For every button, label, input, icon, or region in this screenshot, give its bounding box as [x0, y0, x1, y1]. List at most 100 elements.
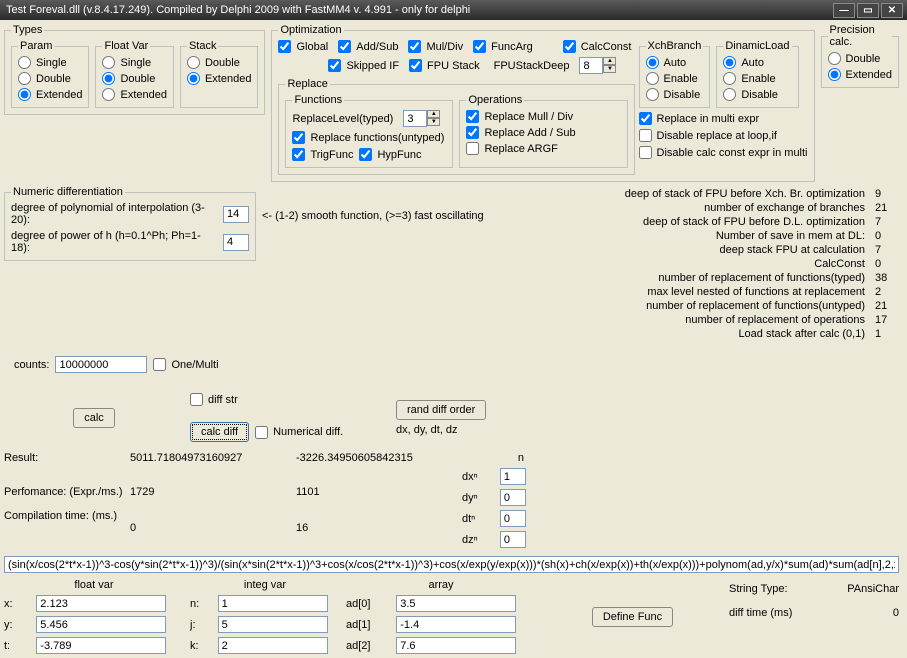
opt-fpustack[interactable]: FPU Stack: [409, 59, 480, 72]
counts-label: counts:: [14, 359, 49, 371]
opt-funcarg[interactable]: FuncArg: [473, 40, 533, 53]
comp-2: 16: [296, 522, 456, 534]
up-arrow-icon[interactable]: ▲: [427, 110, 440, 118]
discalc-check[interactable]: Disable calc const expr in multi: [639, 146, 808, 159]
y-input[interactable]: [36, 616, 166, 633]
dtn-input[interactable]: [500, 510, 526, 527]
repfn-check[interactable]: Replace functions(untyped): [292, 131, 446, 144]
down-arrow-icon[interactable]: ▼: [427, 118, 440, 126]
counts-input[interactable]: [55, 356, 147, 373]
strtype-label: String Type:: [729, 583, 788, 595]
opt-muldiv[interactable]: Mul/Div: [408, 40, 463, 53]
optimization-group: Optimization Global Add/Sub Mul/Div Func…: [271, 24, 814, 182]
perf-1: 1729: [130, 486, 290, 498]
hyp-check[interactable]: HypFunc: [359, 148, 421, 161]
dyn-input[interactable]: [500, 489, 526, 506]
calc-button[interactable]: calc: [73, 408, 115, 428]
stack-extended[interactable]: Extended: [187, 72, 251, 85]
xch-legend: XchBranch: [646, 40, 704, 52]
diffstr-check[interactable]: diff str: [190, 393, 390, 406]
floatvar-group: Float Var Single Double Extended: [95, 40, 173, 108]
stat-value: 21: [875, 300, 899, 312]
param-extended[interactable]: Extended: [18, 88, 82, 101]
define-func-button[interactable]: Define Func: [592, 607, 673, 627]
param-group: Param Single Double Extended: [11, 40, 89, 108]
din-disable[interactable]: Disable: [723, 88, 791, 101]
dx-label: dx, dy, dt, dz: [396, 424, 536, 436]
up-arrow-icon[interactable]: ▲: [603, 57, 616, 65]
disloop-check[interactable]: Disable replace at loop,if: [639, 129, 808, 142]
j-input[interactable]: [218, 616, 328, 633]
multi-check[interactable]: Replace in multi expr: [639, 112, 808, 125]
stat-label: CalcConst: [814, 258, 865, 270]
ad2-input[interactable]: [396, 637, 516, 654]
ad1-input[interactable]: [396, 616, 516, 633]
comp-1: 0: [130, 522, 290, 534]
param-single[interactable]: Single: [18, 56, 82, 69]
stack-double[interactable]: Double: [187, 56, 251, 69]
calcdiff-button[interactable]: calc diff: [190, 422, 249, 442]
types-legend: Types: [11, 24, 44, 36]
ad0-input[interactable]: [396, 595, 516, 612]
degpoly-input[interactable]: [223, 206, 249, 223]
down-arrow-icon[interactable]: ▼: [603, 65, 616, 73]
expression-input[interactable]: [4, 556, 899, 573]
degpower-input[interactable]: [223, 234, 249, 251]
stat-label: deep stack FPU at calculation: [719, 244, 865, 256]
ad2-label: ad[2]: [346, 640, 390, 652]
stat-value: 0: [875, 258, 899, 270]
rep-argf[interactable]: Replace ARGF: [466, 142, 620, 155]
stat-value: 9: [875, 188, 899, 200]
replace-level-spin[interactable]: ▲▼: [403, 110, 440, 127]
stat-value: 0: [875, 230, 899, 242]
stat-value: 38: [875, 272, 899, 284]
fpudeep-label: FPUStackDeep: [494, 60, 570, 72]
fpudeep-spin[interactable]: ▲▼: [579, 57, 616, 74]
xch-auto[interactable]: Auto: [646, 56, 704, 69]
dzn-label: dzⁿ: [462, 534, 494, 546]
xch-disable[interactable]: Disable: [646, 88, 704, 101]
x-input[interactable]: [36, 595, 166, 612]
stat-label: number of replacement of functions(typed…: [658, 272, 865, 284]
minimize-button[interactable]: —: [833, 3, 855, 18]
fpudeep-input[interactable]: [579, 57, 603, 74]
rep-mul[interactable]: Replace Mull / Div: [466, 110, 620, 123]
stack-legend: Stack: [187, 40, 219, 52]
fv-extended[interactable]: Extended: [102, 88, 166, 101]
rep-add[interactable]: Replace Add / Sub: [466, 126, 620, 139]
opt-addsub[interactable]: Add/Sub: [338, 40, 398, 53]
strtype-value: PAnsiChar: [847, 583, 899, 595]
din-legend: DinamicLoad: [723, 40, 791, 52]
stat-label: Load stack after calc (0,1): [738, 328, 865, 340]
xch-enable[interactable]: Enable: [646, 72, 704, 85]
dtn-label: dtⁿ: [462, 513, 494, 525]
dxn-input[interactable]: [500, 468, 526, 485]
opt-global[interactable]: Global: [278, 40, 328, 53]
trig-check[interactable]: TrigFunc: [292, 148, 353, 161]
prec-double[interactable]: Double: [828, 52, 892, 65]
prec-extended[interactable]: Extended: [828, 68, 892, 81]
opt-calcconst[interactable]: CalcConst: [563, 40, 632, 53]
replace-level-input[interactable]: [403, 110, 427, 127]
randdiff-button[interactable]: rand diff order: [396, 400, 486, 420]
t-input[interactable]: [36, 637, 166, 654]
opt-skipped[interactable]: Skipped IF: [328, 59, 399, 72]
stat-value: 7: [875, 216, 899, 228]
onemulti-check[interactable]: One/Multi: [153, 358, 218, 371]
k-input[interactable]: [218, 637, 328, 654]
param-double[interactable]: Double: [18, 72, 82, 85]
stat-label: number of replacement of functions(untyp…: [646, 300, 865, 312]
maximize-button[interactable]: ▭: [857, 3, 879, 18]
fv-double[interactable]: Double: [102, 72, 166, 85]
din-auto[interactable]: Auto: [723, 56, 791, 69]
comp-label: Compilation time: (ms.): [4, 510, 124, 522]
y-label: y:: [4, 619, 30, 631]
dzn-input[interactable]: [500, 531, 526, 548]
fv-single[interactable]: Single: [102, 56, 166, 69]
numdiff-legend: Numeric differentiation: [11, 186, 125, 198]
din-enable[interactable]: Enable: [723, 72, 791, 85]
n-input[interactable]: [218, 595, 328, 612]
replace-legend: Replace: [285, 78, 329, 90]
numdiff-check[interactable]: Numerical diff.: [255, 426, 343, 439]
close-button[interactable]: ✕: [881, 3, 903, 18]
